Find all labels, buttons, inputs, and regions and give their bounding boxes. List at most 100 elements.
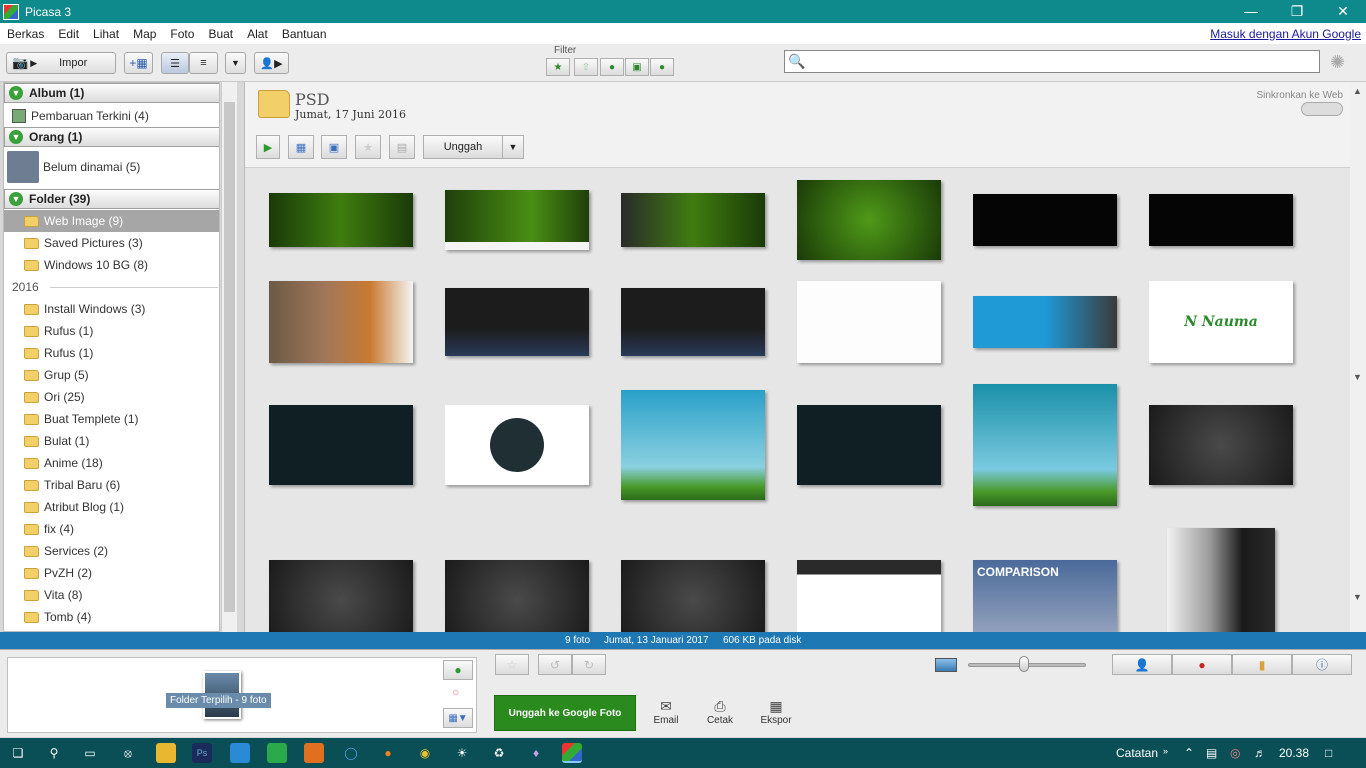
filter-starred-button[interactable]: ★: [546, 58, 570, 76]
people-panel-button[interactable]: 👤: [1112, 654, 1172, 675]
scroll-up-icon[interactable]: ▲: [1353, 86, 1362, 96]
folder-item[interactable]: Grup (5): [4, 364, 219, 386]
menu-bantuan[interactable]: Bantuan: [275, 27, 334, 41]
scroll-down-icon[interactable]: ▼: [1353, 592, 1362, 602]
menu-foto[interactable]: Foto: [163, 27, 201, 41]
close-button[interactable]: ✕: [1320, 0, 1366, 23]
task-view-icon[interactable]: ▭: [80, 743, 100, 763]
folder-item[interactable]: Anime (18): [4, 452, 219, 474]
sidebar-scrollbar[interactable]: [221, 82, 237, 632]
folder-item[interactable]: PvZH (2): [4, 562, 219, 584]
folder-item-web-image[interactable]: Web Image (9): [4, 210, 219, 232]
hold-button[interactable]: ●: [443, 660, 473, 680]
firefox-icon[interactable]: ●: [378, 743, 398, 763]
folder-item[interactable]: Rufus (1): [4, 320, 219, 342]
photo-thumbnail[interactable]: [621, 560, 765, 632]
file-explorer-icon[interactable]: [156, 743, 176, 763]
volume-icon[interactable]: ♬: [1254, 746, 1266, 760]
clock-time[interactable]: 20.38: [1279, 746, 1309, 760]
picasa-taskbar-icon[interactable]: [562, 743, 582, 763]
photo-thumbnail[interactable]: [973, 384, 1117, 506]
photo-thumbnail[interactable]: [797, 405, 941, 485]
menu-alat[interactable]: Alat: [240, 27, 275, 41]
places-panel-button[interactable]: ●: [1172, 654, 1232, 675]
photo-thumbnail[interactable]: [1167, 528, 1275, 632]
writer-icon[interactable]: [230, 743, 250, 763]
email-button[interactable]: ✉ Email: [641, 698, 691, 726]
folder-item[interactable]: Rufus (1): [4, 342, 219, 364]
chrome-icon[interactable]: ◉: [415, 743, 435, 763]
import-button[interactable]: 📷 ▶ Impor: [6, 52, 116, 74]
google-login-link[interactable]: Masuk dengan Akun Google: [1210, 27, 1361, 41]
menu-lihat[interactable]: Lihat: [86, 27, 126, 41]
add-to-button[interactable]: ▦▼: [443, 708, 473, 728]
photo-thumbnail[interactable]: N Nauma: [1149, 281, 1293, 363]
slideshow-button[interactable]: ▶: [256, 135, 280, 159]
people-item[interactable]: Belum dinamai (5): [4, 149, 219, 185]
menu-edit[interactable]: Edit: [51, 27, 86, 41]
windows-start-icon[interactable]: ❏: [8, 743, 28, 763]
filter-geotag-button[interactable]: ●: [650, 58, 674, 76]
upload-button[interactable]: Unggah: [423, 135, 503, 159]
photo-thumbnail[interactable]: [269, 405, 413, 485]
photo-thumbnail[interactable]: [797, 560, 941, 632]
save-button[interactable]: ▤: [389, 135, 415, 159]
photo-thumbnail[interactable]: [797, 281, 941, 363]
presentation-icon[interactable]: [304, 743, 324, 763]
album-item[interactable]: Pembaruan Terkini (4): [4, 105, 219, 127]
info-panel-button[interactable]: ⓘ: [1292, 654, 1352, 675]
print-button[interactable]: ⎙ Cetak: [695, 698, 745, 726]
notes-label[interactable]: Catatan: [1116, 746, 1158, 760]
menu-buat[interactable]: Buat: [201, 27, 240, 41]
photo-thumbnail[interactable]: COMPARISON: [973, 560, 1117, 632]
folder-item[interactable]: Bulat (1): [4, 430, 219, 452]
photo-thumbnail[interactable]: [973, 296, 1117, 348]
people-section-header[interactable]: ▼ Orang (1): [4, 127, 219, 147]
folder-item[interactable]: Install Windows (3): [4, 298, 219, 320]
filter-movies-button[interactable]: ▣: [625, 58, 649, 76]
people-sync-button[interactable]: 👤▶: [254, 52, 289, 74]
edge-icon[interactable]: ◯: [341, 743, 361, 763]
library-view-button[interactable]: ☰: [161, 52, 189, 74]
detail-view-button[interactable]: ≡: [189, 52, 218, 74]
rotate-left-button[interactable]: ↺: [538, 654, 572, 675]
folder-item[interactable]: Services (2): [4, 540, 219, 562]
upload-google-photos-button[interactable]: Unggah ke Google Foto: [494, 695, 636, 731]
photo-thumbnail[interactable]: [1149, 405, 1293, 485]
photo-thumbnail[interactable]: [269, 193, 413, 247]
folder-item-saved-pictures[interactable]: Saved Pictures (3): [4, 232, 219, 254]
tags-panel-button[interactable]: ▮: [1232, 654, 1292, 675]
thumbnail-size-thumb[interactable]: [1019, 656, 1029, 672]
tray-chevron-icon[interactable]: ⌃: [1184, 746, 1194, 760]
photo-thumbnail[interactable]: [797, 180, 941, 260]
view-dropdown-button[interactable]: ▼: [225, 52, 246, 74]
minimize-button[interactable]: —: [1228, 0, 1274, 23]
photoshop-icon[interactable]: Ps: [192, 743, 212, 763]
clear-icon[interactable]: ○: [452, 685, 459, 699]
sidebar-scroll-thumb[interactable]: [224, 102, 235, 612]
chevron-up-icon[interactable]: »: [1163, 746, 1168, 756]
app-icon[interactable]: ♦: [526, 743, 546, 763]
folder-item[interactable]: fix (4): [4, 518, 219, 540]
folder-item-windows-bg[interactable]: Windows 10 BG (8): [4, 254, 219, 276]
movie-button[interactable]: ▣: [321, 135, 347, 159]
collage-button[interactable]: ▦: [288, 135, 314, 159]
photo-thumbnail[interactable]: [445, 288, 589, 356]
export-button[interactable]: ▦ Ekspor: [751, 698, 801, 726]
app-icon[interactable]: ☀: [452, 743, 472, 763]
folder-item[interactable]: Buat Templete (1): [4, 408, 219, 430]
folder-item[interactable]: Tomb (4): [4, 606, 219, 628]
folder-item[interactable]: Ori (25): [4, 386, 219, 408]
network-icon[interactable]: ▤: [1206, 746, 1217, 760]
app-icon[interactable]: ♻: [489, 743, 509, 763]
photo-thumbnail[interactable]: [445, 560, 589, 632]
wifi-icon[interactable]: ◎: [1230, 746, 1240, 760]
photo-thumbnail[interactable]: [445, 190, 589, 250]
album-section-header[interactable]: ▼ Album (1): [4, 83, 219, 103]
search-input[interactable]: 🔍: [784, 50, 1320, 73]
photo-thumbnail[interactable]: [621, 193, 765, 247]
upload-dropdown-button[interactable]: ▼: [502, 135, 524, 159]
add-to-album-button[interactable]: +▦: [124, 52, 153, 74]
restore-button[interactable]: ❐: [1274, 0, 1320, 23]
photo-thumbnail[interactable]: [269, 281, 413, 363]
